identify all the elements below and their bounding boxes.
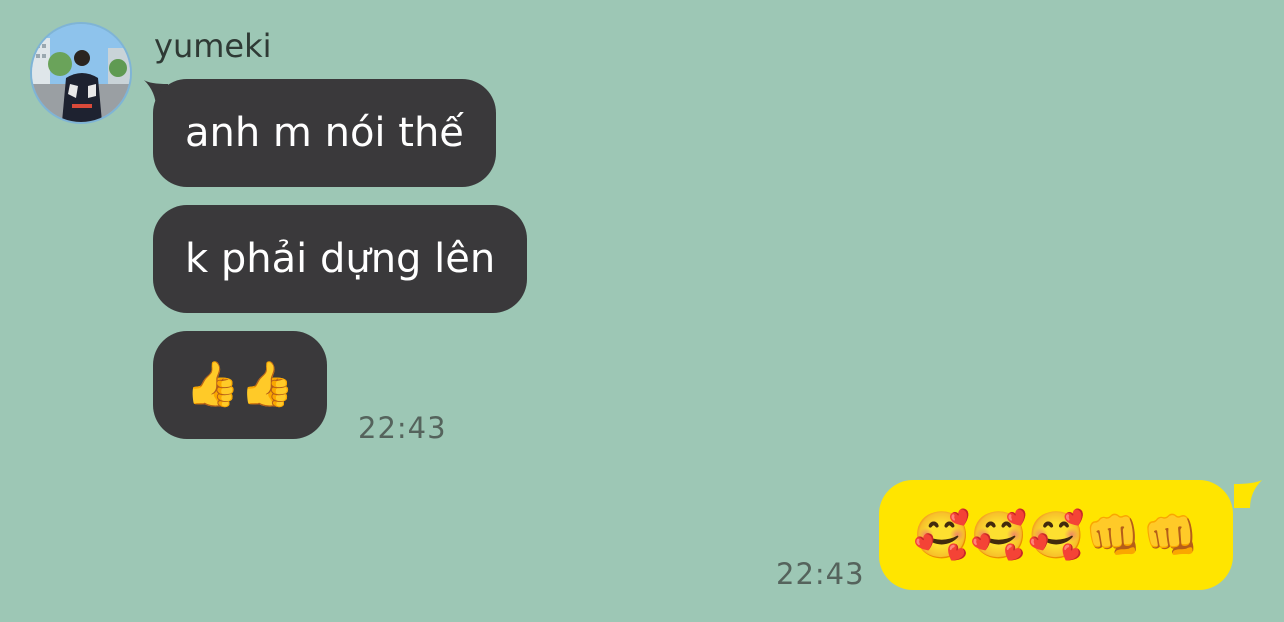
message-text: 👍👍 (185, 359, 295, 410)
sender-name: yumeki (154, 27, 272, 65)
incoming-message[interactable]: anh m nói thế (153, 79, 496, 187)
outgoing-message[interactable]: 🥰🥰🥰👊👊 (879, 480, 1234, 590)
incoming-message[interactable]: 👍👍 (153, 331, 327, 439)
incoming-message[interactable]: k phải dựng lên (153, 205, 528, 313)
message-text: 🥰🥰🥰👊👊 (913, 508, 1200, 562)
incoming-timestamp: 22:43 (358, 411, 447, 445)
outgoing-bubble-tail (1234, 480, 1262, 508)
profile-photo-icon (32, 24, 130, 122)
outgoing-timestamp: 22:43 (776, 557, 865, 591)
message-text: anh m nói thế (185, 110, 464, 156)
message-text: k phải dựng lên (185, 236, 496, 282)
contact-avatar[interactable] (30, 22, 132, 124)
